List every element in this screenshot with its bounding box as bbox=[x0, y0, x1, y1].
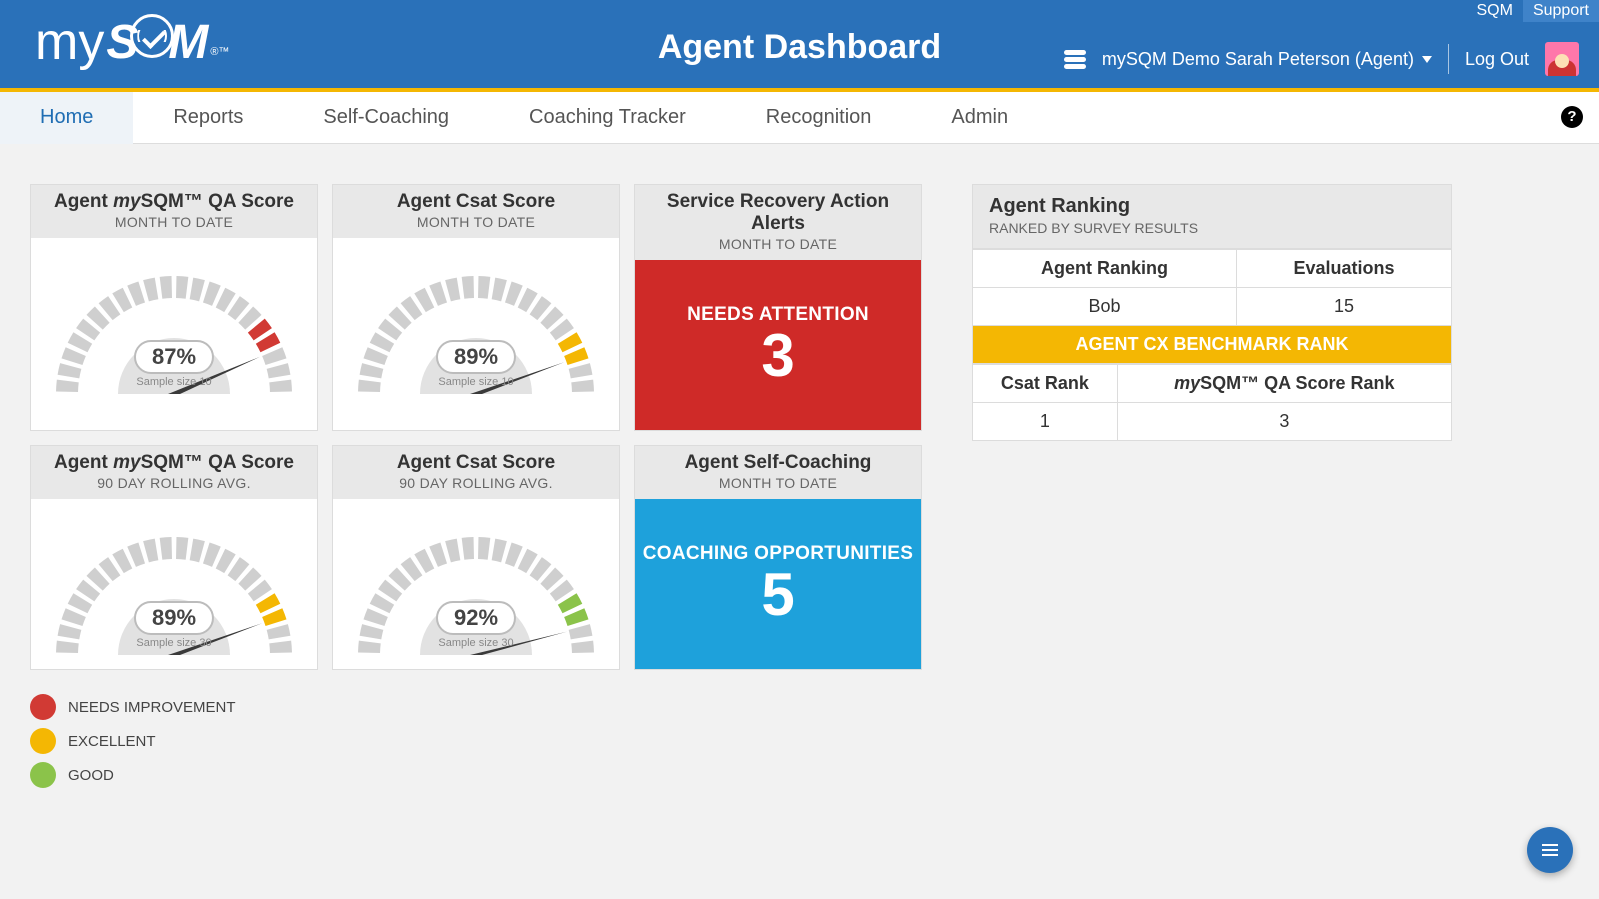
link-support[interactable]: Support bbox=[1523, 0, 1599, 22]
logo-prefix: my bbox=[35, 12, 104, 72]
card-qa-90[interactable]: Agent mySQM™ QA Score 90 DAY ROLLING AVG… bbox=[30, 445, 318, 670]
left-column: Agent mySQM™ QA Score MONTH TO DATE 87% … bbox=[30, 184, 922, 796]
nav-coaching-tracker[interactable]: Coaching Tracker bbox=[489, 92, 726, 143]
logout-button[interactable]: Log Out bbox=[1465, 49, 1529, 70]
th-agent: Agent Ranking bbox=[973, 250, 1237, 288]
th-qa-rank: mySQM™ QA Score Rank bbox=[1117, 365, 1451, 403]
help-icon[interactable]: ? bbox=[1561, 106, 1583, 128]
card-title: Agent Self-Coaching bbox=[639, 452, 917, 474]
link-sqm[interactable]: SQM bbox=[1467, 0, 1523, 22]
app-header: SQM Support my SM ®™ Agent Dashboard myS… bbox=[0, 0, 1599, 92]
card-self-coaching[interactable]: Agent Self-Coaching MONTH TO DATE COACHI… bbox=[634, 445, 922, 670]
nav-reports[interactable]: Reports bbox=[133, 92, 283, 143]
td-eval: 15 bbox=[1236, 288, 1451, 326]
card-title: Service Recovery Action Alerts bbox=[639, 191, 917, 235]
avatar[interactable] bbox=[1545, 42, 1579, 76]
card-subtitle: MONTH TO DATE bbox=[35, 214, 313, 230]
td-csat-rank: 1 bbox=[973, 403, 1118, 441]
ranking-table: Agent RankingEvaluations Bob15 bbox=[972, 249, 1452, 326]
database-icon bbox=[1064, 50, 1086, 69]
fab-button[interactable] bbox=[1527, 827, 1573, 873]
content-area: Agent mySQM™ QA Score MONTH TO DATE 87% … bbox=[0, 144, 1599, 836]
td-agent: Bob bbox=[973, 288, 1237, 326]
ranking-panel: Agent Ranking RANKED BY SURVEY RESULTS A… bbox=[972, 184, 1452, 441]
t: SQM™ QA Score bbox=[141, 452, 294, 473]
chevron-down-icon bbox=[1422, 56, 1432, 63]
card-csat-mtd[interactable]: Agent Csat Score MONTH TO DATE 89% Sampl… bbox=[332, 184, 620, 431]
card-subtitle: MONTH TO DATE bbox=[337, 214, 615, 230]
t: my bbox=[113, 191, 140, 212]
card-subtitle: MONTH TO DATE bbox=[639, 475, 917, 491]
card-title: Agent Csat Score bbox=[337, 452, 615, 474]
user-menu-button[interactable]: mySQM Demo Sarah Peterson (Agent) bbox=[1102, 49, 1432, 70]
sample-size: Sample size 10 bbox=[436, 376, 516, 388]
ranking-table-2: Csat Rank mySQM™ QA Score Rank 13 bbox=[972, 364, 1452, 441]
t: my bbox=[1174, 373, 1200, 393]
td-qa-rank: 3 bbox=[1117, 403, 1451, 441]
ranking-subtitle: RANKED BY SURVEY RESULTS bbox=[989, 220, 1435, 236]
nav-admin[interactable]: Admin bbox=[911, 92, 1048, 143]
legend: NEEDS IMPROVEMENT EXCELLENT GOOD bbox=[30, 694, 922, 788]
gauge-value: 92% bbox=[436, 601, 516, 635]
gauge-value: 89% bbox=[134, 601, 214, 635]
gauge-value: 87% bbox=[134, 340, 214, 374]
legend-dot-red bbox=[30, 694, 56, 720]
t: Agent bbox=[54, 191, 113, 212]
legend-good: GOOD bbox=[68, 767, 114, 784]
app-logo[interactable]: my SM ®™ bbox=[35, 12, 229, 72]
alert-count: 5 bbox=[761, 565, 794, 625]
top-corner-links: SQM Support bbox=[1467, 0, 1599, 22]
th-eval: Evaluations bbox=[1236, 250, 1451, 288]
card-subtitle: MONTH TO DATE bbox=[639, 236, 917, 252]
nav-recognition[interactable]: Recognition bbox=[726, 92, 912, 143]
t: Agent bbox=[54, 452, 113, 473]
card-grid: Agent mySQM™ QA Score MONTH TO DATE 87% … bbox=[30, 184, 922, 670]
t: SQM™ QA Score Rank bbox=[1200, 373, 1394, 393]
header-right: mySQM Demo Sarah Peterson (Agent) Log Ou… bbox=[1064, 42, 1579, 76]
legend-dot-yellow bbox=[30, 728, 56, 754]
user-label: mySQM Demo Sarah Peterson (Agent) bbox=[1102, 49, 1414, 70]
t: SQM™ QA Score bbox=[141, 191, 294, 212]
main-nav: Home Reports Self-Coaching Coaching Trac… bbox=[0, 92, 1599, 144]
legend-dot-green bbox=[30, 762, 56, 788]
card-subtitle: 90 DAY ROLLING AVG. bbox=[337, 475, 615, 491]
ranking-banner: AGENT CX BENCHMARK RANK bbox=[972, 326, 1452, 364]
t: my bbox=[113, 452, 140, 473]
nav-home[interactable]: Home bbox=[0, 92, 133, 144]
logo-suffix: ®™ bbox=[210, 46, 229, 58]
nav-self-coaching[interactable]: Self-Coaching bbox=[283, 92, 489, 143]
sample-size: Sample size 30 bbox=[134, 637, 214, 649]
divider bbox=[1448, 44, 1449, 74]
menu-icon bbox=[1542, 844, 1558, 856]
page-title: Agent Dashboard bbox=[658, 28, 941, 67]
th-csat-rank: Csat Rank bbox=[973, 365, 1118, 403]
card-qa-mtd[interactable]: Agent mySQM™ QA Score MONTH TO DATE 87% … bbox=[30, 184, 318, 431]
card-csat-90[interactable]: Agent Csat Score 90 DAY ROLLING AVG. 92%… bbox=[332, 445, 620, 670]
ranking-title: Agent Ranking bbox=[989, 195, 1435, 218]
card-subtitle: 90 DAY ROLLING AVG. bbox=[35, 475, 313, 491]
sample-size: Sample size 30 bbox=[436, 637, 516, 649]
sample-size: Sample size 10 bbox=[134, 376, 214, 388]
legend-needs: NEEDS IMPROVEMENT bbox=[68, 699, 236, 716]
gauge-value: 89% bbox=[436, 340, 516, 374]
legend-excellent: EXCELLENT bbox=[68, 733, 156, 750]
card-alerts[interactable]: Service Recovery Action Alerts MONTH TO … bbox=[634, 184, 922, 431]
alert-count: 3 bbox=[761, 326, 794, 386]
card-title: Agent Csat Score bbox=[337, 191, 615, 213]
